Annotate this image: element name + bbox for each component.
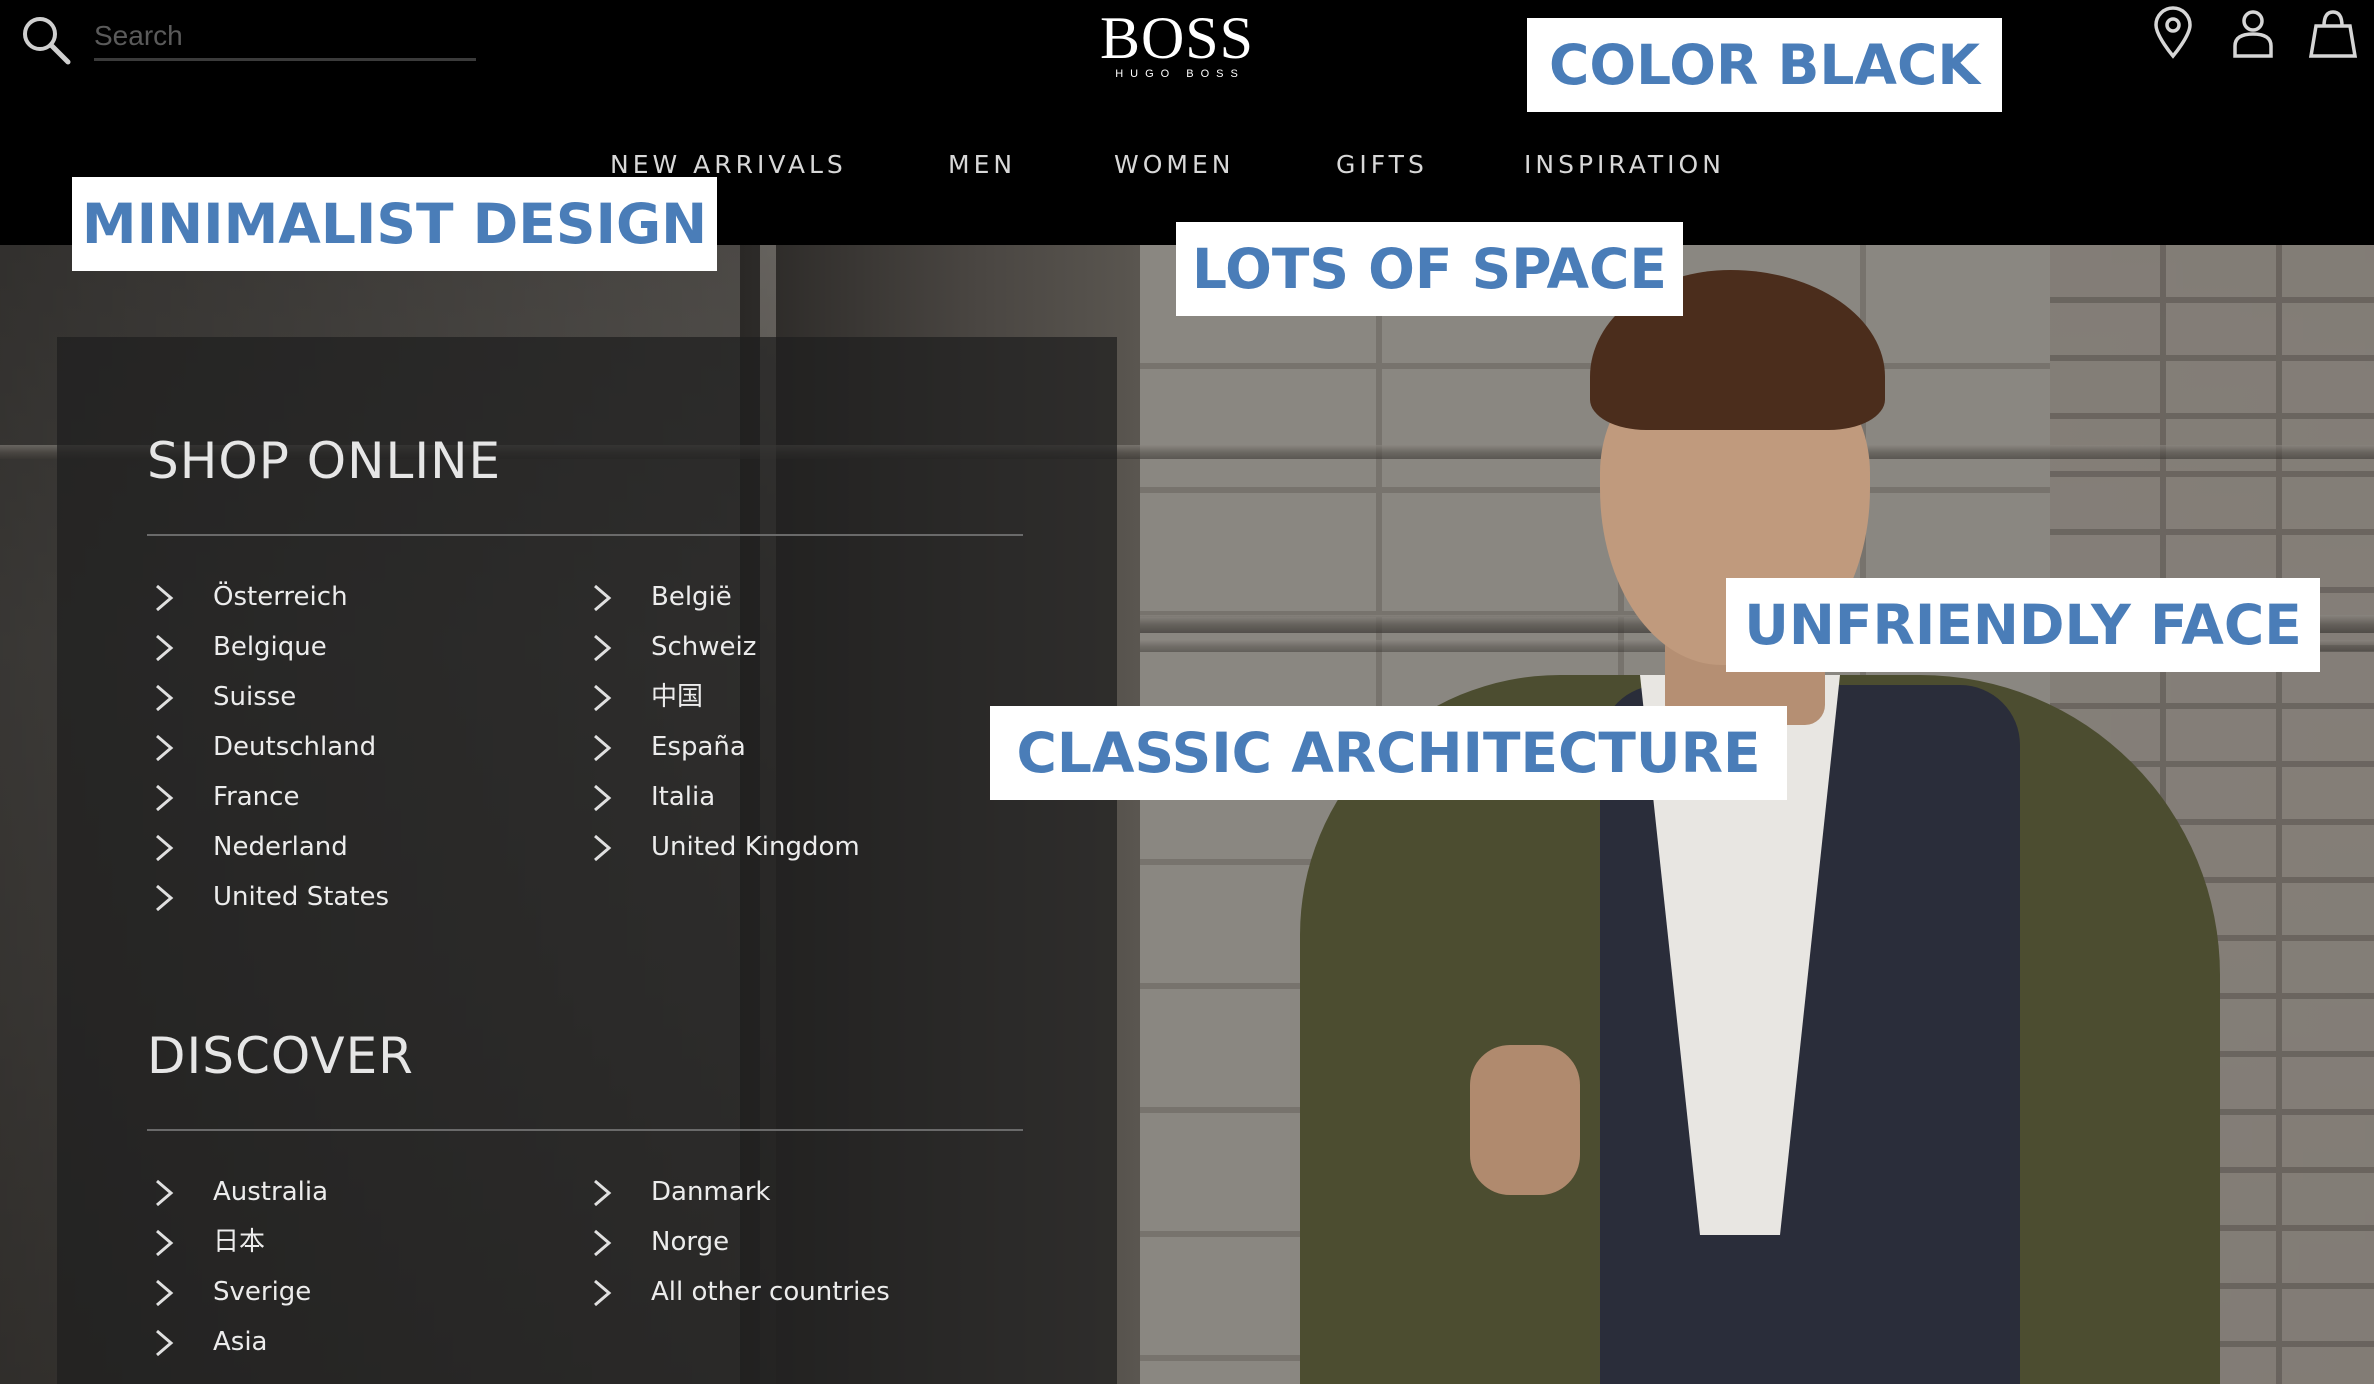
country-name: Schweiz [651,632,757,662]
chevron-right-icon [156,1329,174,1357]
country-name: United Kingdom [651,832,860,862]
chevron-right-icon [156,734,174,762]
shopping-bag-icon[interactable] [2306,6,2360,60]
country-name: España [651,732,746,762]
search-input[interactable] [94,14,476,61]
country-name: France [213,782,300,812]
annotation-classic-architecture: CLASSIC ARCHITECTURE [990,706,1787,800]
shop-online-heading: SHOP ONLINE [147,432,502,490]
nav-new-arrivals[interactable]: NEW ARRIVALS [610,150,847,179]
country-name: Australia [213,1177,329,1207]
chevron-right-icon [594,1279,612,1307]
chevron-right-icon [156,884,174,912]
divider [147,534,1023,536]
annotation-lots-of-space: LOTS OF SPACE [1176,222,1683,316]
chevron-right-icon [594,584,612,612]
chevron-right-icon [594,1179,612,1207]
chevron-right-icon [594,834,612,862]
country-name: Nederland [213,832,348,862]
location-pin-icon[interactable] [2146,6,2200,60]
nav-inspiration[interactable]: INSPIRATION [1524,150,1725,179]
model-hand [1470,1045,1580,1195]
chevron-right-icon [594,684,612,712]
country-name: Danmark [651,1177,771,1207]
boss-logo[interactable]: BOSS HUGO BOSS [1097,8,1257,80]
country-name: Österreich [213,582,348,612]
country-name: België [651,582,732,612]
country-name: All other countries [651,1277,890,1307]
chevron-right-icon [156,1229,174,1257]
chevron-right-icon [156,634,174,662]
country-name: Deutschland [213,732,377,762]
chevron-right-icon [156,834,174,862]
chevron-right-icon [594,734,612,762]
nav-men[interactable]: MEN [948,150,1016,179]
country-name: Asia [213,1327,268,1357]
chevron-right-icon [156,584,174,612]
chevron-right-icon [594,634,612,662]
logo-wordmark: BOSS [1099,5,1255,71]
chevron-right-icon [156,1179,174,1207]
country-selector-panel: SHOP ONLINE Österreich Belgique Suisse D… [57,337,1117,1384]
chevron-right-icon [594,784,612,812]
chevron-right-icon [156,784,174,812]
country-name: 中国 [651,682,704,712]
country-name: Sverige [213,1277,312,1307]
country-name: United States [213,882,390,912]
divider [147,1129,1023,1131]
nav-gifts[interactable]: GIFTS [1336,150,1428,179]
country-name: 日本 [213,1227,266,1257]
discover-heading: DISCOVER [147,1027,414,1085]
nav-women[interactable]: WOMEN [1114,150,1234,179]
logo-subline: HUGO BOSS [1115,68,1245,80]
search-icon[interactable] [18,12,74,68]
chevron-right-icon [156,684,174,712]
country-name: Suisse [213,682,297,712]
country-name: Belgique [213,632,327,662]
annotation-color-black: COLOR BLACK [1527,18,2002,112]
annotation-unfriendly-face: UNFRIENDLY FACE [1726,578,2320,672]
country-name: Italia [651,782,716,812]
annotation-minimalist-design: MINIMALIST DESIGN [72,177,717,271]
account-icon[interactable] [2226,6,2280,60]
country-name: Norge [651,1227,730,1257]
chevron-right-icon [156,1279,174,1307]
chevron-right-icon [594,1229,612,1257]
